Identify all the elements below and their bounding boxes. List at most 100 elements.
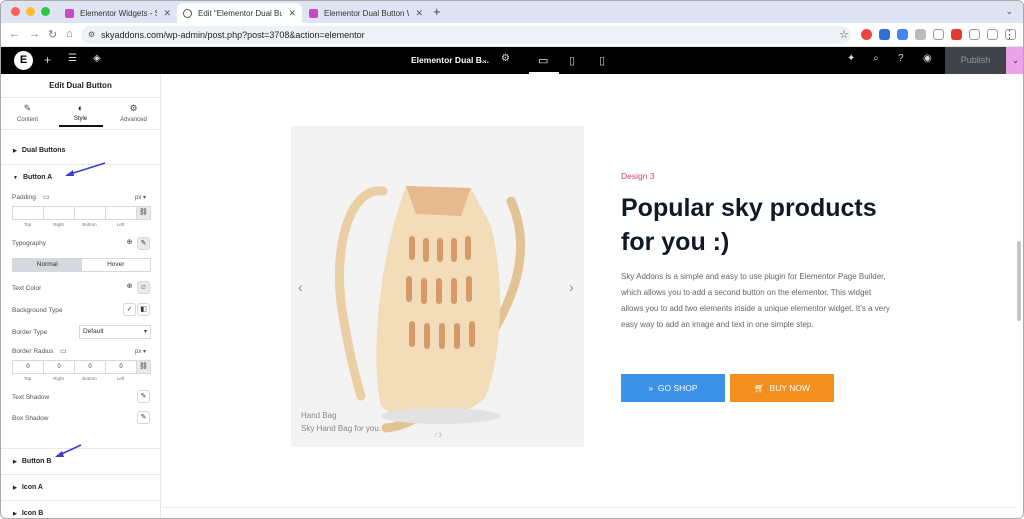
close-tab-icon[interactable]: ✕ <box>288 8 296 19</box>
extension-icon[interactable] <box>951 29 962 40</box>
tab-style[interactable]: ◐ Style <box>54 98 107 129</box>
section-label: Dual Buttons <box>21 147 66 154</box>
padding-top-input[interactable] <box>12 206 43 220</box>
edit-typography-icon[interactable]: ✎ <box>137 237 150 250</box>
radius-top-input[interactable]: 0 <box>12 360 43 374</box>
border-radius-unit-select[interactable]: px ▾ <box>135 348 146 355</box>
tab-search-chevron-icon[interactable]: ⌄ <box>1005 6 1013 17</box>
extensions-area <box>861 29 1023 40</box>
publish-options-chevron-icon[interactable]: ⌄ <box>1006 47 1023 74</box>
globe-icon[interactable]: ⊕ <box>123 237 136 250</box>
tab-favicon-icon <box>309 8 318 18</box>
radius-bottom-input[interactable]: 0 <box>74 360 105 374</box>
mobile-icon[interactable]: ▯ <box>599 54 605 67</box>
home-icon[interactable]: ⌂ <box>66 28 73 40</box>
panel-tabs: ✎ Content ◐ Style ⚙ Advanced <box>1 98 160 130</box>
link-values-icon[interactable]: ⛓ <box>136 360 151 374</box>
back-arrow-icon[interactable]: ← <box>9 28 20 40</box>
extension-icon[interactable] <box>915 29 926 40</box>
padding-left-input[interactable] <box>105 206 136 220</box>
padding-inputs: ⛓ <box>12 206 151 220</box>
close-window-button[interactable] <box>11 7 20 16</box>
puzzle-icon[interactable] <box>987 29 998 40</box>
buy-now-button[interactable]: 🛒︎ BUY NOW <box>730 374 834 402</box>
button-label: BUY NOW <box>769 383 810 393</box>
browser-tab-2[interactable]: Edit “Elementor Dual Button Widget ✕ <box>177 3 302 23</box>
add-element-icon[interactable]: + <box>44 53 51 67</box>
browser-tab-1[interactable]: Elementor Widgets - Sky Addons ✕ <box>59 3 177 23</box>
padding-bottom-input[interactable] <box>74 206 105 220</box>
globe-icon[interactable]: ⊕ <box>123 281 136 294</box>
double-chevron-icon: » <box>648 383 654 393</box>
minimize-window-button[interactable] <box>26 7 35 16</box>
radius-right-input[interactable]: 0 <box>43 360 74 374</box>
search-icon[interactable]: ⌕ <box>873 53 879 64</box>
caret-right-icon: ▶ <box>13 485 17 491</box>
preview-eye-icon[interactable]: ◉ <box>923 53 932 64</box>
close-tab-icon[interactable]: ✕ <box>415 8 423 19</box>
color-picker-icon[interactable]: ⧄ <box>137 281 150 294</box>
forward-arrow-icon[interactable]: → <box>29 28 40 40</box>
padding-label: Padding <box>12 194 36 201</box>
section-icon-b[interactable]: ▶ Icon B <box>1 500 161 518</box>
tablet-icon[interactable]: ▯ <box>569 54 575 67</box>
structure-layers-icon[interactable]: ◈ <box>93 53 101 64</box>
slider-prev-arrow-icon[interactable]: ‹ <box>298 279 303 295</box>
zoom-window-button[interactable] <box>41 7 50 16</box>
link-values-icon[interactable]: ⛓ <box>136 206 151 220</box>
hand-bag-image <box>335 186 526 433</box>
browser-menu-icon[interactable]: ⋮ <box>1004 28 1015 41</box>
edit-text-shadow-icon[interactable]: ✎ <box>137 390 150 403</box>
reload-icon[interactable]: ↻ <box>48 28 57 41</box>
tab-content[interactable]: ✎ Content <box>1 98 54 129</box>
bookmark-star-icon[interactable]: ☆ <box>839 28 849 41</box>
annotation-arrow-icon <box>55 444 82 457</box>
tab-normal[interactable]: Normal <box>13 259 82 271</box>
extension-icon[interactable] <box>969 29 980 40</box>
close-tab-icon[interactable]: ✕ <box>163 8 171 19</box>
tab-advanced[interactable]: ⚙ Advanced <box>107 98 160 129</box>
document-title[interactable]: Elementor Dual B... <box>411 55 489 65</box>
translate-icon[interactable] <box>897 29 908 40</box>
slider-next-arrow-icon[interactable]: › <box>569 279 574 295</box>
brush-icon[interactable]: ✓ <box>123 303 136 316</box>
help-icon[interactable]: ? <box>898 53 904 64</box>
extension-icon[interactable] <box>933 29 944 40</box>
padding-unit-select[interactable]: px ▾ <box>135 194 146 201</box>
gradient-icon[interactable]: ◧ <box>137 303 150 316</box>
browser-tab-3[interactable]: Elementor Dual Button Widget ✕ <box>303 3 429 23</box>
elementor-logo-icon[interactable]: E <box>14 51 33 70</box>
scrollbar[interactable] <box>1017 241 1021 321</box>
chevron-down-icon[interactable]: ⌄ <box>481 54 489 65</box>
site-info-icon[interactable]: ⚙ <box>88 26 95 44</box>
desktop-icon[interactable]: ▭ <box>60 347 67 355</box>
caret-right-icon: ▶ <box>13 459 17 465</box>
state-tabs: Normal Hover <box>12 258 151 272</box>
padding-right-input[interactable] <box>43 206 74 220</box>
new-tab-button[interactable]: + <box>433 4 441 19</box>
extension-icon[interactable] <box>879 29 890 40</box>
page-settings-icon[interactable]: ⚙ <box>501 53 510 64</box>
extension-icon[interactable] <box>861 29 872 40</box>
section-icon-a[interactable]: ▶ Icon A <box>1 474 161 500</box>
tab-bar: Elementor Widgets - Sky Addons ✕ Edit “E… <box>1 1 1023 23</box>
image-caption: Sky Hand Bag for you. <box>301 424 382 433</box>
go-shop-button[interactable]: » GO SHOP <box>621 374 725 402</box>
site-settings-icon[interactable]: ☰ <box>68 53 77 64</box>
radius-left-input[interactable]: 0 <box>105 360 136 374</box>
tab-label: Style <box>73 116 88 122</box>
edit-box-shadow-icon[interactable]: ✎ <box>137 411 150 424</box>
publish-button[interactable]: Publish <box>945 47 1006 74</box>
desktop-icon[interactable]: ▭ <box>43 193 50 201</box>
unit-label: px <box>135 349 142 355</box>
box-shadow-label: Box Shadow <box>12 415 49 422</box>
caret-down-icon: ▼ <box>13 175 18 181</box>
page-heading: Popular sky products for you :) <box>621 194 877 256</box>
radius-side-labels: Top Right Bottom Left <box>12 376 136 381</box>
tab-hover[interactable]: Hover <box>82 259 151 271</box>
border-type-select[interactable]: Default ▾ <box>79 325 151 339</box>
device-desktop-button[interactable]: ▭ <box>529 47 559 74</box>
side-label: Bottom <box>82 376 97 381</box>
url-bar[interactable]: ⚙ skyaddons.com/wp-admin/post.php?post=3… <box>81 26 851 44</box>
notifications-icon[interactable]: ✦ <box>847 53 855 64</box>
